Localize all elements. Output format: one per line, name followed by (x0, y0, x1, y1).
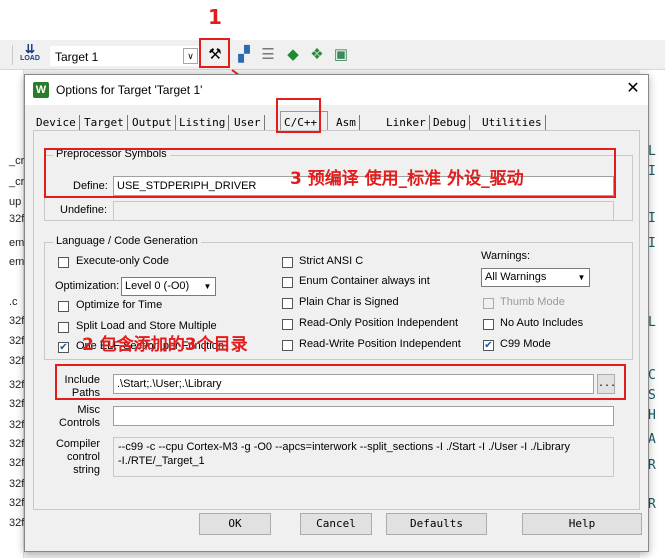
project-tree-fragment: 32f (9, 213, 25, 225)
editor-text-fragment: I (648, 211, 656, 226)
string-label: string (73, 464, 100, 476)
editor-text-fragment: I (648, 164, 656, 179)
project-tree-fragment: 32f (9, 398, 25, 410)
chevron-down-icon: ▼ (577, 273, 586, 282)
control-label: control (66, 451, 100, 463)
project-tree-fragment: .c (9, 296, 18, 308)
editor-text-fragment: L (648, 315, 656, 330)
rw-pi-checkbox[interactable] (282, 340, 293, 351)
select-pack-icon[interactable]: ❖ (307, 45, 327, 65)
warnings-label: Warnings: (481, 250, 531, 262)
project-tree-fragment: 32f (9, 355, 25, 367)
pack-installer-icon[interactable]: ◆ (283, 45, 303, 65)
no-auto-includes-checkbox[interactable] (483, 319, 494, 330)
project-tree-fragment: 32f (9, 419, 25, 431)
rw-pi-label: Read-Write Position Independent (299, 338, 461, 350)
plain-char-label: Plain Char is Signed (299, 296, 399, 308)
editor-text-fragment: S (648, 388, 656, 403)
misc-controls-input[interactable] (113, 406, 614, 426)
toolbar-separator (12, 45, 13, 65)
editor-text-fragment: R (648, 458, 656, 473)
compiler-line-1: --c99 -c --cpu Cortex-M3 -g -O0 --apcs=i… (118, 441, 571, 453)
execute-only-checkbox[interactable] (58, 257, 69, 268)
editor-text-fragment: C (648, 368, 656, 383)
annotation-box-c-cpp-tab (276, 98, 321, 133)
annotation-box-include (55, 364, 626, 400)
project-tree-fragment: 32f (9, 517, 25, 529)
dialog-titlebar: W Options for Target 'Target 1' ✕ (25, 75, 648, 105)
ro-pi-checkbox[interactable] (282, 319, 293, 330)
help-button[interactable]: Help (522, 513, 642, 535)
keil-app-icon: W (33, 82, 49, 98)
undefine-input[interactable] (113, 201, 614, 221)
one-elf-checkbox[interactable]: ✔ (58, 342, 69, 353)
compiler-control-string: --c99 -c --cpu Cortex-M3 -g -O0 --apcs=i… (113, 437, 614, 477)
optimize-time-checkbox[interactable] (58, 301, 69, 312)
split-load-checkbox[interactable] (58, 322, 69, 333)
chevron-down-icon: ▼ (203, 282, 212, 291)
optimization-label: Optimization: (55, 280, 120, 292)
thumb-mode-label: Thumb Mode (500, 296, 565, 308)
project-tree-fragment: up (9, 196, 22, 208)
annotation-step-1: 1 (208, 5, 222, 29)
options-dialog: W Options for Target 'Target 1' ✕ Device… (24, 74, 649, 552)
compiler-label: Compiler (55, 438, 100, 450)
chevron-down-icon[interactable]: ∨ (183, 48, 198, 64)
project-tree-fragment: em (9, 237, 25, 249)
ide-top-area (0, 0, 665, 40)
dialog-title: Options for Target 'Target 1' (56, 83, 203, 97)
rte-icon[interactable]: ▣ (331, 45, 351, 65)
optimization-value: Level 0 (-O0) (125, 280, 190, 292)
project-tree-fragment: 32f (9, 457, 25, 469)
project-tree-fragment: 32f (9, 315, 25, 327)
close-icon[interactable]: ✕ (623, 79, 643, 99)
thumb-mode-checkbox[interactable] (483, 298, 494, 309)
enum-container-label: Enum Container always int (299, 275, 430, 287)
project-tree-fragment: 32f (9, 379, 25, 391)
warnings-select[interactable]: All Warnings ▼ (481, 268, 590, 287)
project-tree-fragment: 32f (9, 438, 25, 450)
controls-label: Controls (59, 417, 100, 429)
annotation-box-wand (199, 38, 230, 68)
manage-components-icon[interactable]: ▞ (234, 45, 254, 65)
project-tree-fragment: 32f (9, 478, 25, 490)
cancel-button[interactable]: Cancel (300, 513, 372, 535)
defaults-button[interactable]: Defaults (386, 513, 487, 535)
editor-text-fragment: H (648, 408, 656, 423)
enum-container-checkbox[interactable] (282, 277, 293, 288)
project-tree-fragment: _cr (9, 176, 25, 188)
optimization-select[interactable]: Level 0 (-O0) ▼ (121, 277, 216, 296)
undefine-label: Undefine: (60, 204, 108, 216)
no-auto-includes-label: No Auto Includes (500, 317, 584, 329)
editor-text-fragment: L (648, 144, 656, 159)
annotation-step-3: 3 预编译 使用_标准 外设_驱动 (290, 169, 524, 189)
strict-ansi-label: Strict ANSI C (299, 255, 364, 267)
compiler-line-2: -I./RTE/_Target_1 (118, 455, 205, 467)
c99-mode-label: C99 Mode (500, 338, 551, 350)
warnings-value: All Warnings (485, 271, 547, 283)
project-tree-fragment: _cr (9, 155, 25, 167)
annotation-step-2: 2 包含添加的3个目录 (82, 335, 248, 355)
editor-text-fragment: R (648, 497, 656, 512)
execute-only-label: Execute-only Code (76, 255, 169, 267)
project-tree-fragment: em (9, 256, 25, 268)
ok-button[interactable]: OK (199, 513, 271, 535)
ro-pi-label: Read-Only Position Independent (299, 317, 458, 329)
target-select[interactable]: Target 1 (50, 46, 200, 66)
optimize-time-label: Optimize for Time (76, 299, 163, 311)
file-extensions-icon[interactable]: ☰ (258, 45, 278, 65)
editor-text-fragment: I (648, 236, 656, 251)
strict-ansi-checkbox[interactable] (282, 257, 293, 268)
editor-text-fragment: A (648, 432, 656, 447)
project-tree-fragment: 32f (9, 497, 25, 509)
language-group-title: Language / Code Generation (53, 235, 201, 247)
c99-mode-checkbox[interactable]: ✔ (483, 340, 494, 351)
load-icon[interactable]: ⇊ LOAD (19, 43, 41, 66)
project-tree-fragment: 32f (9, 335, 25, 347)
plain-char-checkbox[interactable] (282, 298, 293, 309)
misc-label: Misc (77, 404, 100, 416)
